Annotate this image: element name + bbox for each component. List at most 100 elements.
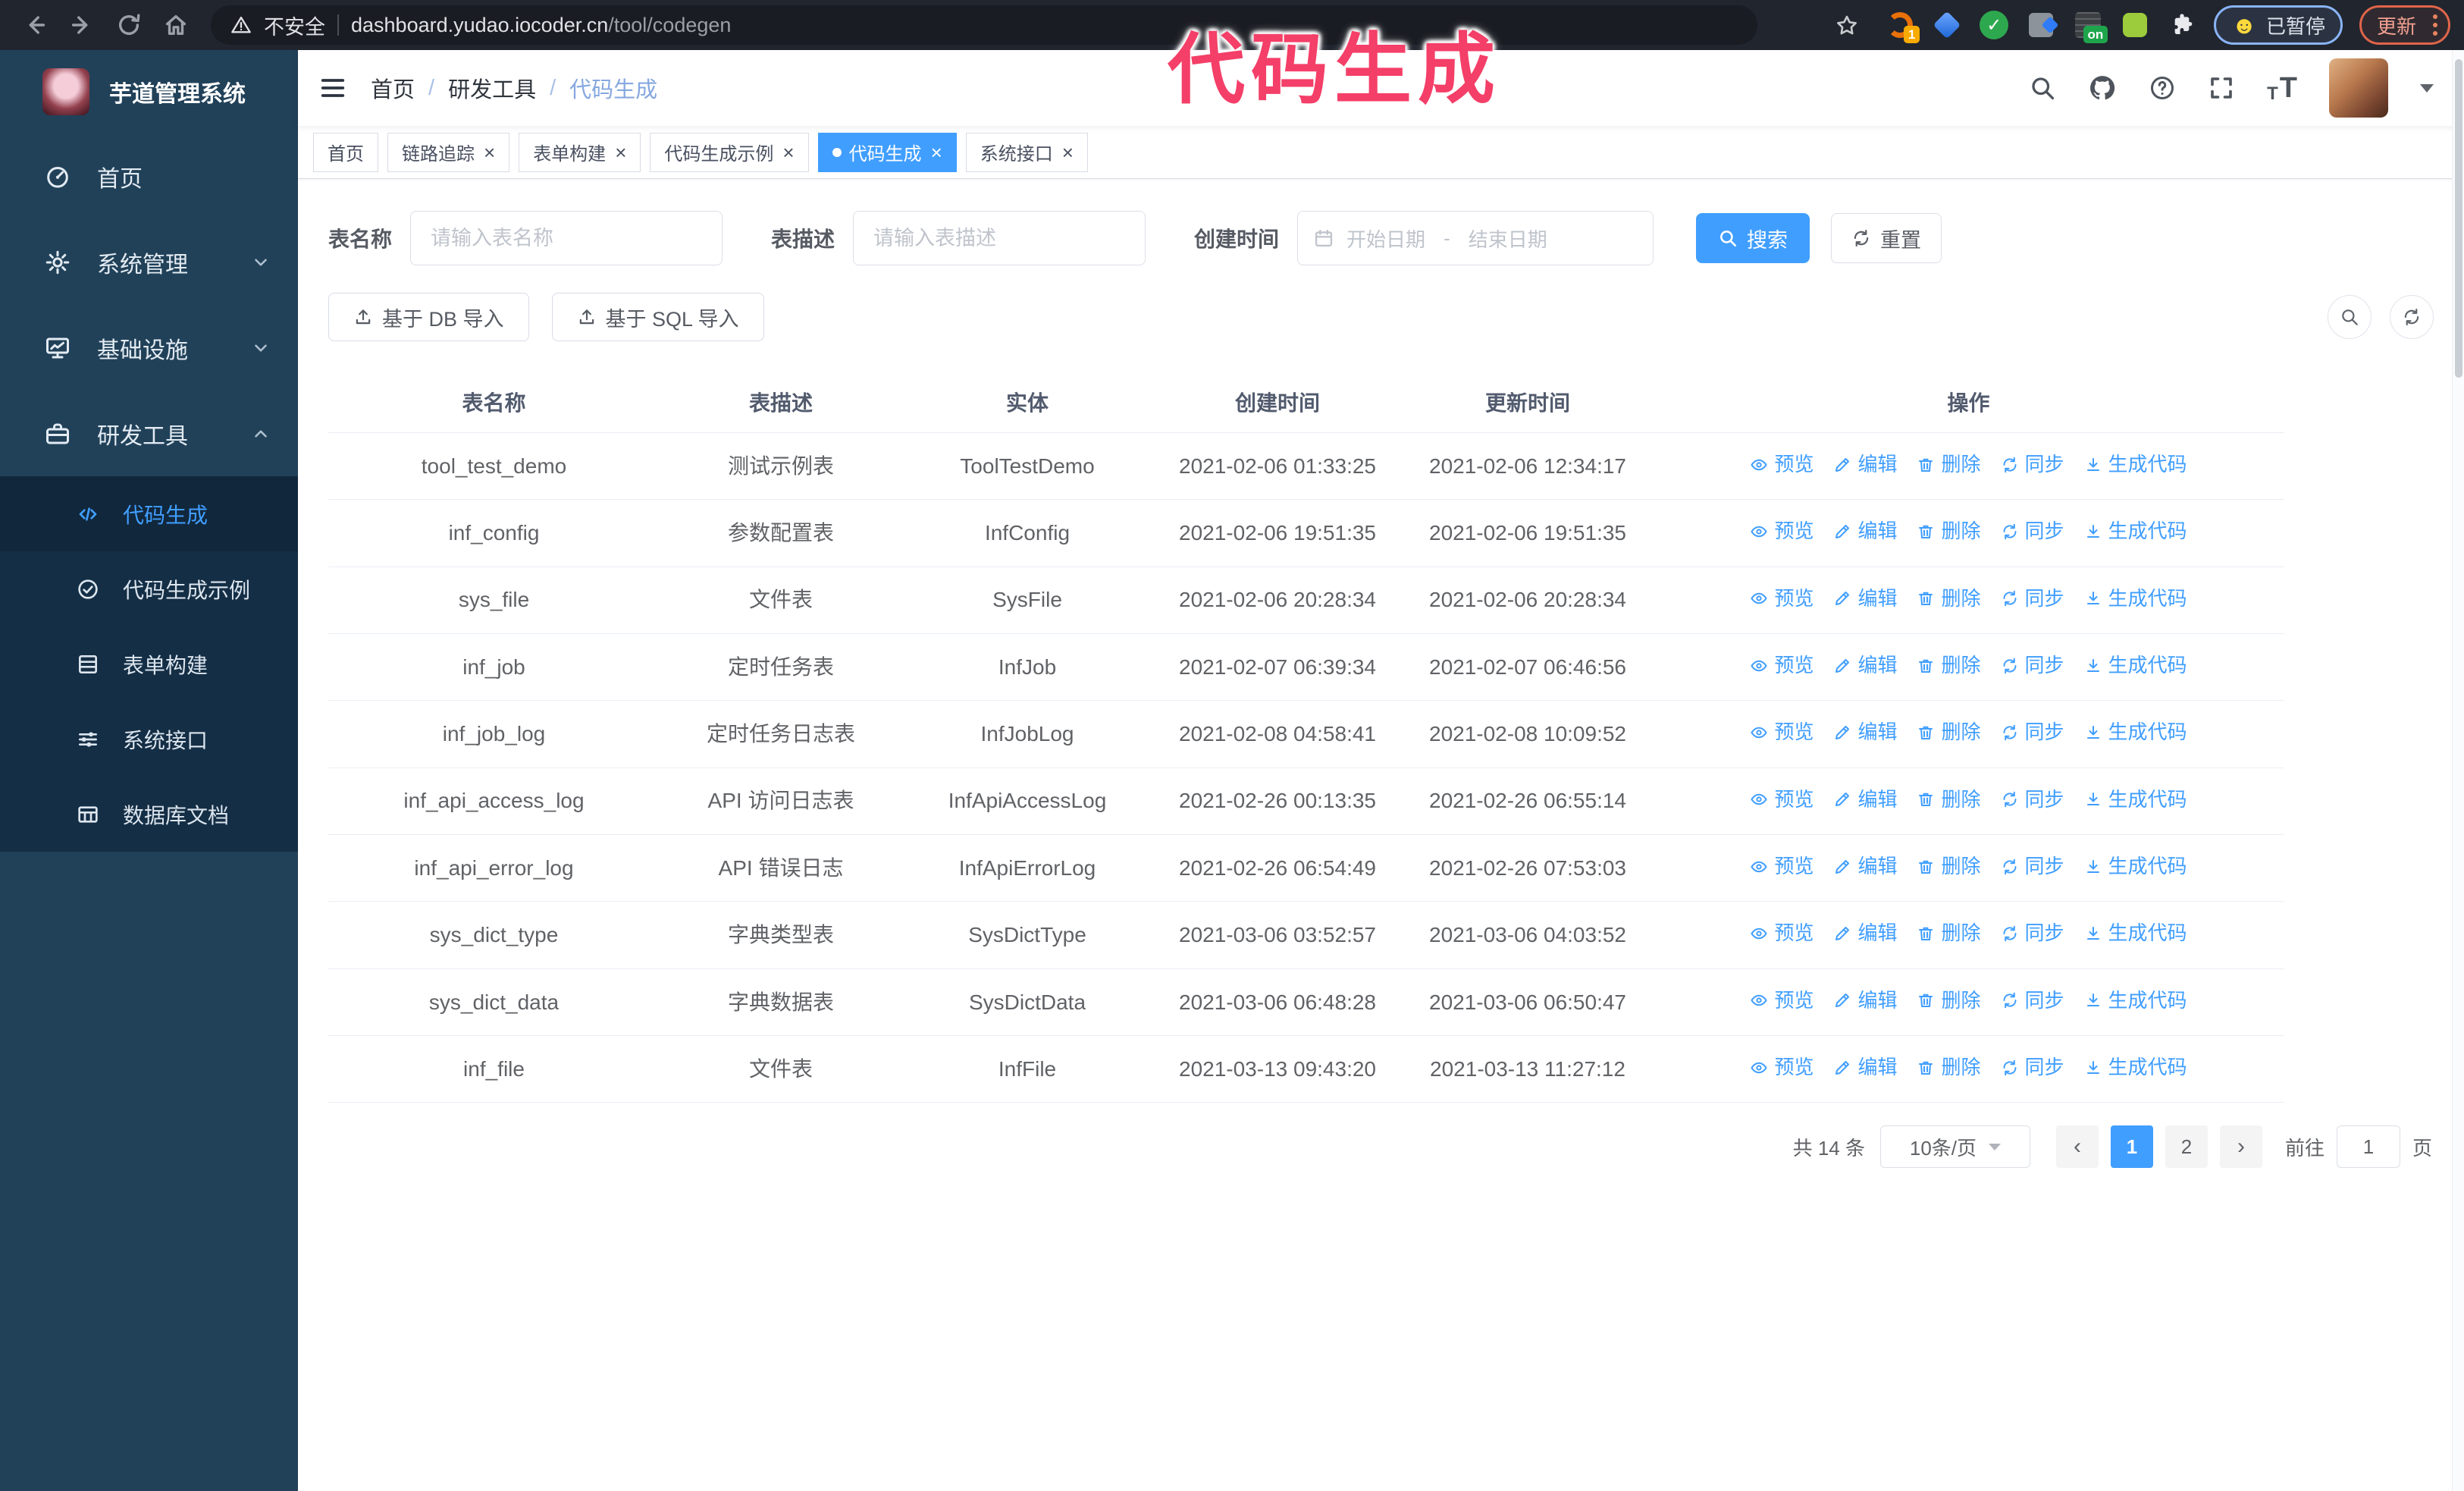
tab-链路追踪[interactable]: 链路追踪 × <box>387 132 510 172</box>
sidebar-item-infrastructure[interactable]: 基础设施 <box>0 305 298 391</box>
tab-close-icon[interactable]: × <box>484 143 495 162</box>
action-edit[interactable]: 编辑 <box>1833 585 1897 612</box>
font-size-icon[interactable]: TT <box>2267 72 2297 105</box>
prev-page-button[interactable]: ‹ <box>2055 1125 2099 1169</box>
action-delete[interactable]: 删除 <box>1917 451 1981 478</box>
date-range-picker[interactable]: 开始日期 - 结束日期 <box>1297 211 1654 265</box>
action-preview[interactable]: 预览 <box>1750 920 1814 946</box>
action-edit[interactable]: 编辑 <box>1833 987 1897 1014</box>
extension-icon-green-check[interactable]: ✓ <box>1979 10 2009 40</box>
import-db-button[interactable]: 基于 DB 导入 <box>328 293 529 341</box>
sidebar-logo-row[interactable]: 芋道管理系统 <box>0 50 298 133</box>
action-edit[interactable]: 编辑 <box>1833 652 1897 679</box>
profile-paused-badge[interactable]: ☻ 已暂停 <box>2214 5 2343 45</box>
sidebar-item-system-management[interactable]: 系统管理 <box>0 219 298 305</box>
action-preview[interactable]: 预览 <box>1750 585 1814 612</box>
help-icon[interactable] <box>2149 74 2176 102</box>
action-preview[interactable]: 预览 <box>1750 786 1814 813</box>
goto-page-input[interactable] <box>2336 1125 2400 1169</box>
action-generate-code[interactable]: 生成代码 <box>2084 853 2187 880</box>
action-sync[interactable]: 同步 <box>2001 1054 2064 1081</box>
action-delete[interactable]: 删除 <box>1917 719 1981 746</box>
import-sql-button[interactable]: 基于 SQL 导入 <box>551 293 764 341</box>
bookmark-star-icon[interactable] <box>1826 4 1868 46</box>
action-generate-code[interactable]: 生成代码 <box>2084 920 2187 946</box>
action-delete[interactable]: 删除 <box>1917 853 1981 880</box>
action-generate-code[interactable]: 生成代码 <box>2084 719 2187 746</box>
sidebar-item-form-builder[interactable]: 表单构建 <box>0 626 298 702</box>
tab-代码生成[interactable]: 代码生成 × <box>817 132 957 172</box>
tab-close-icon[interactable]: × <box>931 143 942 162</box>
tab-close-icon[interactable]: × <box>1062 143 1074 162</box>
scrollbar-thumb[interactable] <box>2455 59 2462 378</box>
action-edit[interactable]: 编辑 <box>1833 853 1897 880</box>
action-sync[interactable]: 同步 <box>2001 585 2064 612</box>
table-name-input[interactable] <box>410 211 723 265</box>
action-preview[interactable]: 预览 <box>1750 987 1814 1014</box>
search-button[interactable]: 搜索 <box>1696 213 1810 263</box>
address-bar[interactable]: 不安全 dashboard.yudao.iocoder.cn/tool/code… <box>211 5 1757 45</box>
action-delete[interactable]: 删除 <box>1917 585 1981 612</box>
action-edit[interactable]: 编辑 <box>1833 719 1897 746</box>
action-generate-code[interactable]: 生成代码 <box>2084 652 2187 679</box>
action-edit[interactable]: 编辑 <box>1833 518 1897 545</box>
action-preview[interactable]: 预览 <box>1750 451 1814 478</box>
tab-表单构建[interactable]: 表单构建 × <box>519 132 641 172</box>
extension-icon-gem[interactable] <box>1932 10 1962 40</box>
action-delete[interactable]: 删除 <box>1917 518 1981 545</box>
browser-reload-icon[interactable] <box>108 4 150 46</box>
browser-forward-icon[interactable] <box>61 4 103 46</box>
action-edit[interactable]: 编辑 <box>1833 920 1897 946</box>
page-size-select[interactable]: 10条/页 <box>1879 1125 2030 1169</box>
date-start-placeholder[interactable]: 开始日期 <box>1346 224 1425 253</box>
extension-icon-grid[interactable] <box>2026 10 2056 40</box>
action-preview[interactable]: 预览 <box>1750 719 1814 746</box>
extension-icon-orange[interactable]: 1 <box>1885 10 1920 43</box>
action-generate-code[interactable]: 生成代码 <box>2084 786 2187 813</box>
action-sync[interactable]: 同步 <box>2001 920 2064 946</box>
header-search-icon[interactable] <box>2029 74 2056 102</box>
tab-close-icon[interactable]: × <box>615 143 626 162</box>
breadcrumb-item[interactable]: 研发工具 <box>448 72 536 104</box>
action-delete[interactable]: 删除 <box>1917 920 1981 946</box>
action-preview[interactable]: 预览 <box>1750 652 1814 679</box>
page-button-2[interactable]: 2 <box>2165 1125 2208 1169</box>
action-sync[interactable]: 同步 <box>2001 786 2064 813</box>
reset-button[interactable]: 重置 <box>1831 213 1942 263</box>
sidebar-item-db-doc[interactable]: 数据库文档 <box>0 777 298 852</box>
browser-menu-kebab-icon[interactable] <box>2433 14 2437 36</box>
breadcrumb-item[interactable]: 首页 <box>371 72 415 104</box>
action-generate-code[interactable]: 生成代码 <box>2084 451 2187 478</box>
next-page-button[interactable]: › <box>2219 1125 2262 1169</box>
action-sync[interactable]: 同步 <box>2001 652 2064 679</box>
sidebar-item-dev-tools[interactable]: 研发工具 <box>0 391 298 476</box>
sidebar-item-codegen[interactable]: 代码生成 <box>0 476 298 551</box>
github-icon[interactable] <box>2088 74 2117 102</box>
tab-系统接口[interactable]: 系统接口 × <box>965 132 1088 172</box>
date-end-placeholder[interactable]: 结束日期 <box>1469 224 1547 253</box>
action-generate-code[interactable]: 生成代码 <box>2084 1054 2187 1081</box>
action-sync[interactable]: 同步 <box>2001 719 2064 746</box>
action-generate-code[interactable]: 生成代码 <box>2084 987 2187 1014</box>
avatar-caret-down-icon[interactable] <box>2420 83 2434 93</box>
action-edit[interactable]: 编辑 <box>1833 786 1897 813</box>
sidebar-item-home[interactable]: 首页 <box>0 133 298 219</box>
action-delete[interactable]: 删除 <box>1917 1054 1981 1081</box>
tab-首页[interactable]: 首页 <box>313 132 378 172</box>
refresh-table-icon-button[interactable] <box>2390 295 2434 339</box>
action-generate-code[interactable]: 生成代码 <box>2084 585 2187 612</box>
action-edit[interactable]: 编辑 <box>1833 1054 1897 1081</box>
extension-icon-green-figure[interactable] <box>2120 10 2150 40</box>
page-scrollbar[interactable] <box>2452 50 2464 1491</box>
sidebar-item-codegen-example[interactable]: 代码生成示例 <box>0 551 298 626</box>
tab-close-icon[interactable]: × <box>782 143 794 162</box>
action-preview[interactable]: 预览 <box>1750 1054 1814 1081</box>
hamburger-icon[interactable] <box>318 73 348 103</box>
action-delete[interactable]: 删除 <box>1917 987 1981 1014</box>
tab-代码生成示例[interactable]: 代码生成示例 × <box>650 132 809 172</box>
extension-icon-dark-on[interactable]: on <box>2073 10 2108 43</box>
page-button-1[interactable]: 1 <box>2110 1125 2153 1169</box>
sidebar-item-system-api[interactable]: 系统接口 <box>0 702 298 777</box>
action-preview[interactable]: 预览 <box>1750 853 1814 880</box>
action-sync[interactable]: 同步 <box>2001 518 2064 545</box>
